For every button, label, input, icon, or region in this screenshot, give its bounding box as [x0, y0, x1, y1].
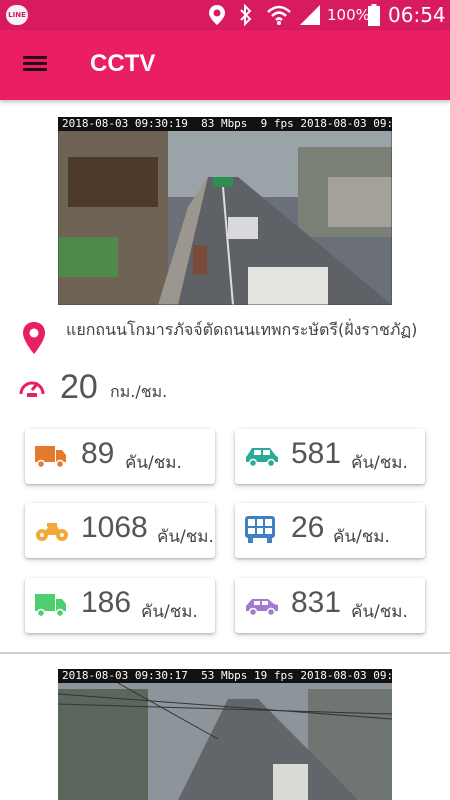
car-icon — [246, 448, 278, 468]
motorcycle-count-value: 1068 — [81, 511, 148, 544]
sedan-count-value: 831 — [291, 586, 342, 619]
cctv-camera-image[interactable]: 2018-08-03 09:30:19 83 Mbps 9 fps 2018-0… — [58, 117, 392, 305]
pickup-truck-count-unit: คัน/ชม. — [141, 602, 198, 622]
street-scene-image-2 — [58, 669, 392, 800]
truck-count-unit: คัน/ชม. — [125, 453, 182, 473]
motorcycle-icon — [36, 523, 68, 541]
camera-overlay-text-2: 2018-08-03 09:30:17 53 Mbps 19 fps 2018-… — [58, 669, 392, 683]
battery-percent: 100% — [327, 6, 370, 24]
car-count-unit: คัน/ชม. — [351, 453, 408, 473]
cctv-camera-image-2[interactable]: 2018-08-03 09:30:17 53 Mbps 19 fps 2018-… — [58, 669, 392, 800]
bus-icon — [245, 516, 275, 543]
pickup-truck-icon — [35, 594, 66, 617]
bus-count-value: 26 — [291, 511, 325, 544]
car-count-value: 581 — [291, 437, 342, 470]
battery-icon — [368, 4, 380, 26]
signal-icon — [300, 5, 320, 25]
speed-unit: กม./ชม. — [110, 382, 168, 401]
location-status-icon — [209, 5, 225, 25]
sedan-count-unit: คัน/ชม. — [351, 602, 408, 622]
truck-count-value: 89 — [81, 437, 115, 470]
line-app-icon: LINE — [6, 5, 28, 25]
menu-button[interactable] — [20, 53, 50, 77]
page-title: CCTV — [90, 50, 156, 77]
pickup-truck-count-card[interactable]: 186 คัน/ชม. — [25, 578, 215, 633]
sedan-icon — [246, 599, 278, 617]
speed-value: 20 — [60, 368, 98, 406]
truck-icon — [35, 446, 66, 468]
location-name: แยกถนนโกมารภัจจ์ตัดถนนเทพกระษัตรี(ฝั่งรา… — [66, 320, 418, 339]
street-scene-image — [58, 117, 392, 305]
wifi-icon — [267, 5, 291, 25]
hamburger-icon — [23, 56, 47, 59]
car-count-card[interactable]: 581 คัน/ชม. — [235, 429, 425, 484]
app-bar: CCTV — [0, 30, 450, 100]
speedometer-icon — [19, 381, 45, 397]
truck-count-card[interactable]: 89 คัน/ชม. — [25, 429, 215, 484]
bluetooth-icon — [240, 4, 252, 26]
pickup-truck-count-value: 186 — [81, 586, 132, 619]
camera-overlay-text: 2018-08-03 09:30:19 83 Mbps 9 fps 2018-0… — [58, 117, 392, 131]
bus-count-unit: คัน/ชม. — [333, 527, 390, 547]
motorcycle-count-card[interactable]: 1068 คัน/ชม. — [25, 503, 215, 558]
bus-count-card[interactable]: 26 คัน/ชม. — [235, 503, 425, 558]
status-bar: LINE 100% 06:54 — [0, 0, 450, 30]
section-divider — [0, 652, 450, 654]
clock: 06:54 — [388, 3, 446, 27]
sedan-count-card[interactable]: 831 คัน/ชม. — [235, 578, 425, 633]
location-pin-icon — [23, 322, 45, 354]
motorcycle-count-unit: คัน/ชม. — [157, 527, 214, 547]
